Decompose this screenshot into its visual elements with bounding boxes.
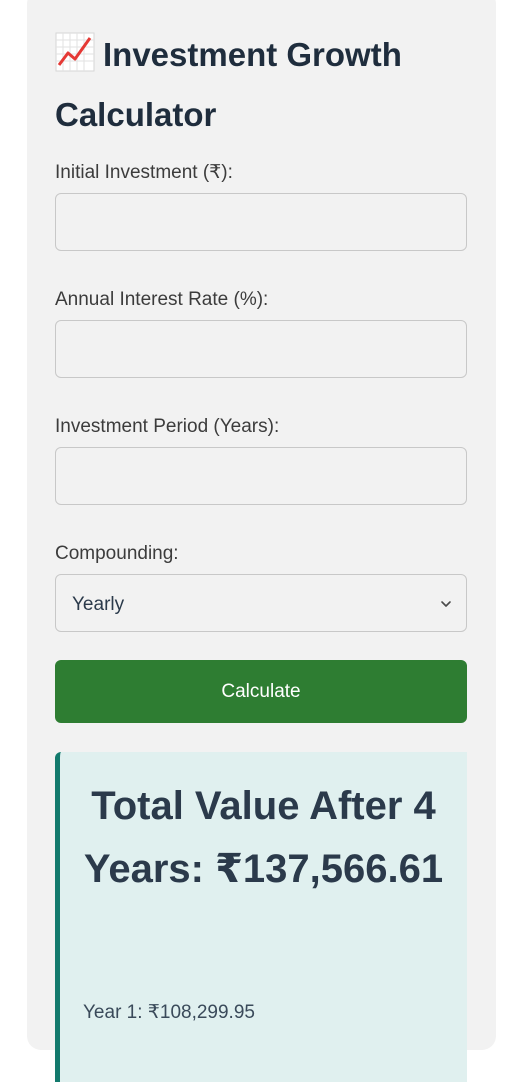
compounding-selected-value: Yearly [72, 594, 125, 615]
calculate-button[interactable]: Calculate [55, 660, 467, 723]
chart-increasing-icon [55, 32, 95, 88]
interest-rate-input[interactable] [55, 320, 467, 378]
result-heading: Total Value After 4 Years: ₹137,566.61 [83, 784, 444, 891]
result-panel: Total Value After 4 Years: ₹137,566.61 Y… [55, 752, 467, 1082]
page-title: Investment Growth Calculator [55, 28, 468, 142]
compounding-label: Compounding: [55, 543, 179, 564]
initial-investment-label: Initial Investment (₹): [55, 162, 233, 183]
interest-rate-label: Annual Interest Rate (%): [55, 289, 269, 310]
chevron-down-icon [441, 601, 451, 607]
investment-period-label: Investment Period (Years): [55, 416, 280, 437]
investment-period-input[interactable] [55, 447, 467, 505]
compounding-select[interactable]: Yearly [55, 574, 467, 632]
year-row: Year 1: ₹108,299.95 [83, 1002, 255, 1023]
initial-investment-input[interactable] [55, 193, 467, 251]
title-text: Investment Growth Calculator [55, 36, 402, 133]
calculator-card: Investment Growth Calculator Initial Inv… [27, 0, 496, 1082]
